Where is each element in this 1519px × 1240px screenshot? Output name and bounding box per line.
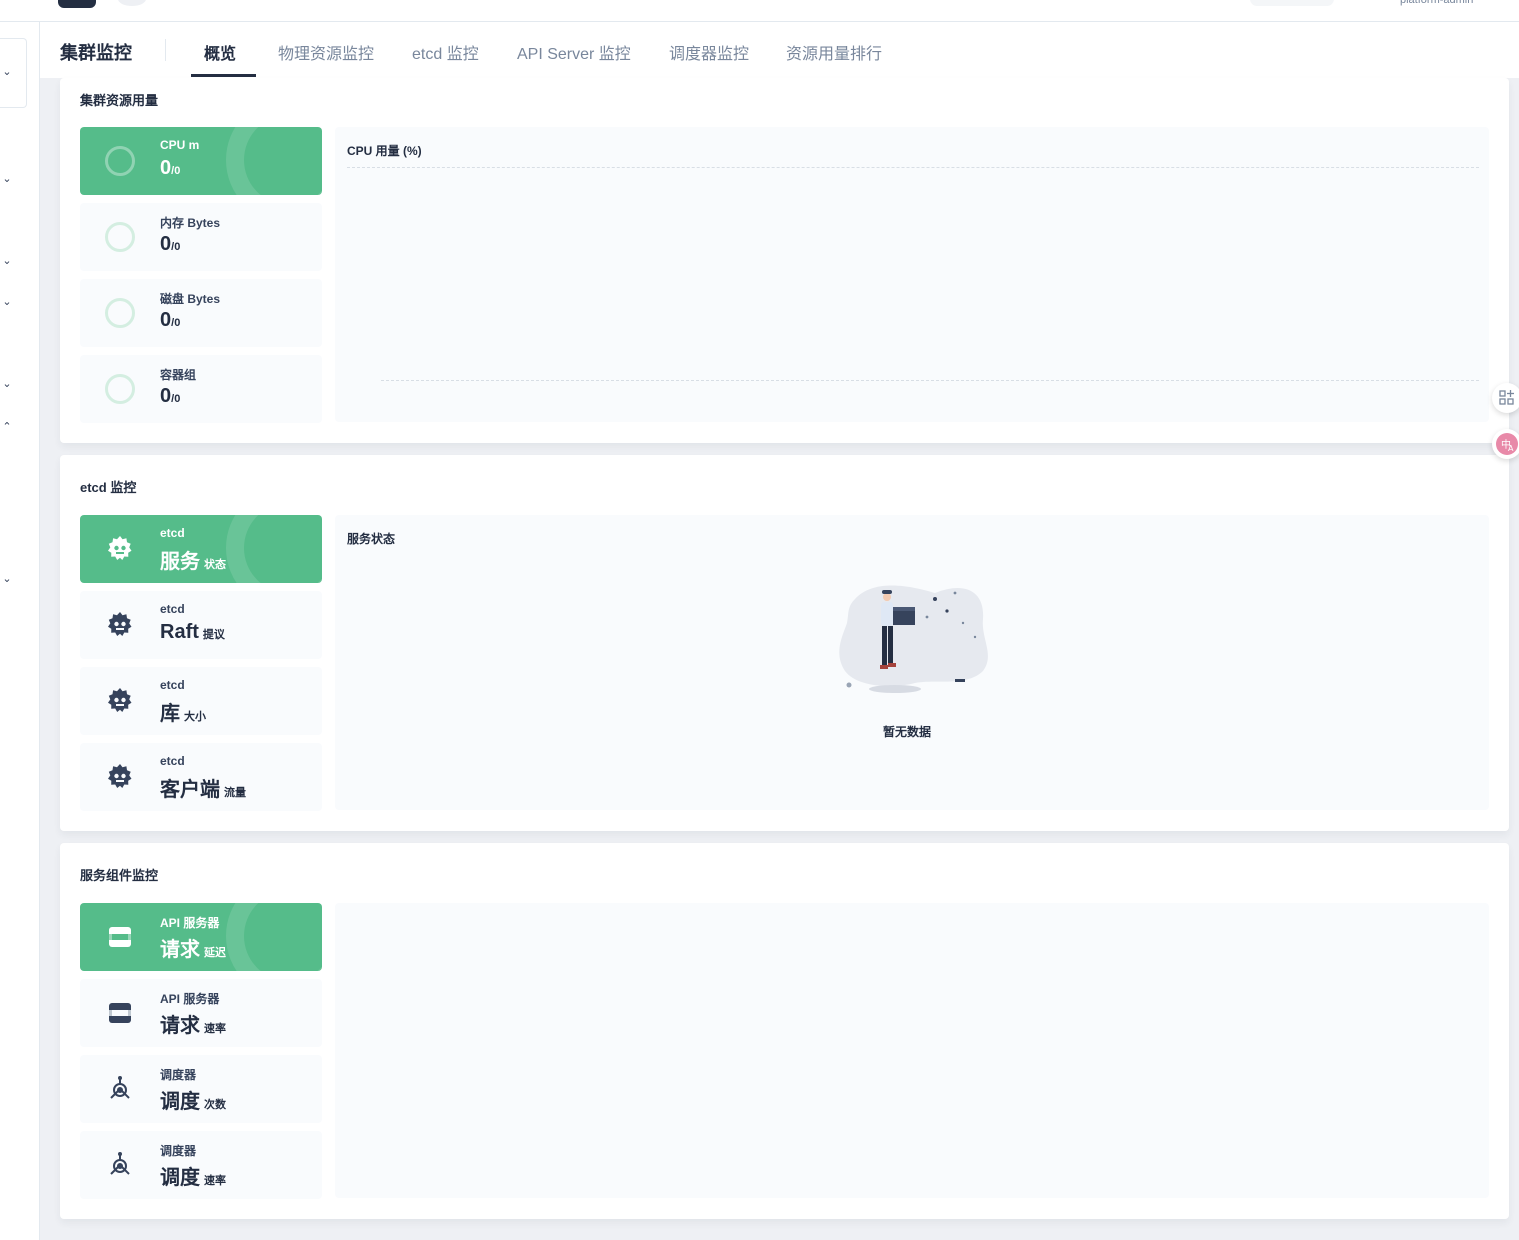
tab-api-server[interactable]: API Server 监控: [517, 40, 631, 64]
card-label: 内存 Bytes: [160, 216, 221, 230]
card-label: CPU m: [160, 138, 200, 152]
card-value: 请求 延迟: [160, 939, 226, 961]
grid-line: [381, 380, 1479, 381]
card-label: 容器组: [160, 368, 197, 382]
empty-state-text: 暂无数据: [883, 725, 932, 739]
card-value: 调度 速率: [160, 1167, 226, 1189]
logo[interactable]: [58, 0, 96, 8]
card-label: API 服务器: [160, 916, 220, 930]
card-label: 调度器: [160, 1068, 197, 1082]
divider: [165, 39, 166, 61]
tab-etcd[interactable]: etcd 监控: [412, 40, 479, 64]
etcd-db-size-card[interactable]: etcd 库大小: [80, 667, 322, 735]
grid-line: [347, 167, 1479, 168]
card-value: 0/0: [160, 385, 181, 407]
page-tabbar: 集群监控 概览 物理资源监控 etcd 监控 API Server 监控 调度器…: [40, 22, 1519, 78]
card-label: etcd: [160, 754, 185, 768]
disk-card[interactable]: 磁盘 Bytes 0/0: [80, 279, 322, 347]
pods-card[interactable]: 容器组 0/0: [80, 355, 322, 423]
user-name[interactable]: platform-admin: [1400, 0, 1473, 6]
card-value: 客户端 流量: [160, 779, 246, 801]
nav-circle-button[interactable]: [118, 0, 146, 6]
components-panel: 服务组件监控 API 服务器 请求 延迟 API 服务器 请求 速率 调度器 调度次…: [60, 843, 1509, 1219]
usage-ring-icon: [105, 298, 135, 328]
service-status-chart: 服务状态 暂无数据: [335, 515, 1489, 810]
cpu-card[interactable]: CPU m 0/0: [80, 127, 322, 195]
panel-title: 服务组件监控: [80, 868, 159, 883]
usage-ring-icon: [105, 146, 135, 176]
api-server-icon: [109, 1003, 131, 1023]
etcd-raft-card[interactable]: etcd Raft 提议: [80, 591, 322, 659]
tab-resource-ranking[interactable]: 资源用量排行: [786, 40, 882, 64]
card-value: 0/0: [160, 157, 181, 179]
api-request-rate-card[interactable]: API 服务器 请求 速率: [80, 979, 322, 1047]
tab-active-indicator: [191, 74, 256, 77]
chevron-down-icon[interactable]: ⌄: [0, 172, 14, 186]
card-value: 调度 次数: [160, 1091, 226, 1113]
empty-state-illustration: [839, 585, 988, 693]
chart-title: 服务状态: [347, 532, 396, 546]
panel-title: 集群资源用量: [80, 93, 159, 108]
etcd-icon: [108, 764, 132, 788]
scheduler-icon: [110, 1152, 130, 1175]
chevron-down-icon[interactable]: ⌄: [0, 254, 14, 268]
top-header: platform-admin: [0, 0, 1519, 22]
etcd-panel: etcd 监控 etcd 服务 状态 etcd Raft 提议 etcd 库大小 e…: [60, 455, 1509, 831]
etcd-client-traffic-card[interactable]: etcd 客户端 流量: [80, 743, 322, 811]
api-request-latency-card[interactable]: API 服务器 请求 延迟: [80, 903, 322, 971]
card-value: 请求 速率: [160, 1015, 226, 1037]
chevron-up-icon[interactable]: ⌃: [0, 420, 14, 434]
card-label: etcd: [160, 678, 185, 692]
tab-scheduler[interactable]: 调度器监控: [669, 40, 749, 64]
tab-physical-resources[interactable]: 物理资源监控: [278, 40, 374, 64]
page-title: 集群监控: [60, 43, 132, 63]
scheduler-count-card[interactable]: 调度器 调度 次数: [80, 1055, 322, 1123]
resource-usage-panel: 集群资源用量 CPU m 0/0 内存 Bytes 0/0 磁盘 Bytes 0…: [60, 78, 1509, 443]
card-value: 服务 状态: [160, 551, 226, 573]
sidebar: ⌄ ⌄ ⌄ ⌄ ⌄ ⌃ ⌄: [0, 22, 40, 1240]
chart-title: CPU 用量 (%): [347, 144, 422, 158]
card-label: etcd: [160, 602, 185, 616]
card-label: etcd: [160, 526, 185, 540]
chevron-down-icon[interactable]: ⌄: [0, 377, 14, 391]
etcd-service-card[interactable]: etcd 服务 状态: [80, 515, 322, 583]
chevron-down-icon[interactable]: ⌄: [0, 65, 14, 79]
card-label: 调度器: [160, 1144, 197, 1158]
etcd-icon: [108, 536, 132, 560]
usage-ring-icon: [105, 374, 135, 404]
card-value: Raft 提议: [160, 621, 225, 643]
svg-text:A: A: [1508, 444, 1514, 453]
card-label: 磁盘 Bytes: [160, 292, 221, 306]
component-chart: [335, 903, 1489, 1198]
cpu-usage-chart: CPU 用量 (%): [335, 127, 1489, 422]
card-value: 0/0: [160, 233, 181, 255]
grid-plus-icon: [1499, 390, 1514, 405]
chevron-down-icon[interactable]: ⌄: [0, 295, 14, 309]
scheduler-icon: [110, 1076, 130, 1099]
memory-card[interactable]: 内存 Bytes 0/0: [80, 203, 322, 271]
etcd-icon: [108, 688, 132, 712]
panel-title: etcd 监控: [80, 480, 137, 495]
search-pill[interactable]: [1250, 0, 1334, 6]
card-label: API 服务器: [160, 992, 220, 1006]
tab-overview[interactable]: 概览: [204, 40, 236, 64]
usage-ring-icon: [105, 222, 135, 252]
api-server-icon: [109, 927, 131, 947]
card-value: 0/0: [160, 309, 181, 331]
translate-icon: 中A: [1496, 433, 1518, 455]
translate-button[interactable]: 中A: [1492, 429, 1519, 459]
chevron-down-icon[interactable]: ⌄: [0, 572, 14, 586]
toolbox-button[interactable]: [1492, 383, 1519, 413]
card-value: 库大小: [160, 703, 206, 725]
etcd-icon: [108, 612, 132, 636]
scheduler-rate-card[interactable]: 调度器 调度 速率: [80, 1131, 322, 1199]
